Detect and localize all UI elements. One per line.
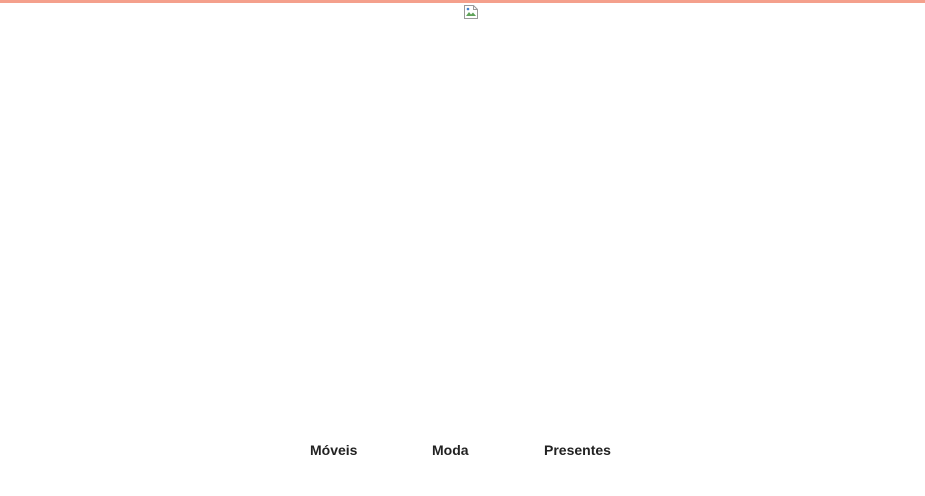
- nav-item-moda[interactable]: Moda: [432, 440, 469, 460]
- nav-item-moveis[interactable]: Móveis: [310, 440, 357, 460]
- nav-item-presentes[interactable]: Presentes: [544, 440, 611, 460]
- broken-image-icon[interactable]: [463, 4, 479, 20]
- category-nav: Móveis Moda Presentes: [0, 440, 925, 462]
- top-accent-bar: [0, 0, 925, 3]
